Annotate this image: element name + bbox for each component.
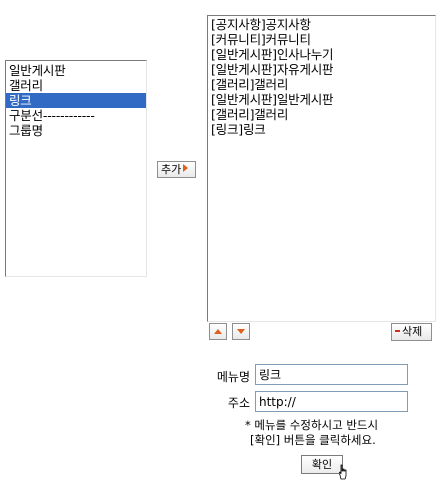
notice-line-2: [확인] 버튼을 클릭하세요. <box>250 433 376 447</box>
hand-cursor-icon <box>339 464 347 480</box>
menu-item-option[interactable]: [일반게시판]인사나누기 <box>208 47 435 62</box>
add-button[interactable]: 추가 <box>157 161 196 178</box>
menu-item-option[interactable]: [공지사항]공지사항 <box>208 17 435 32</box>
delete-button[interactable]: 삭제 <box>391 323 432 341</box>
delete-button-label: 삭제 <box>402 325 423 338</box>
menu-item-option[interactable]: [커뮤니티]커뮤니티 <box>208 32 435 47</box>
menu-name-label: 메뉴명 <box>216 370 250 384</box>
menu-item-option[interactable]: [링크]링크 <box>208 122 435 137</box>
add-button-label: 추가 <box>161 163 182 176</box>
arrow-right-icon <box>183 164 189 172</box>
triangle-down-icon <box>237 329 245 334</box>
board-type-option[interactable]: 갤러리 <box>6 78 146 93</box>
address-label: 주소 <box>227 396 250 410</box>
menu-item-option[interactable]: [갤러리]갤러리 <box>208 107 435 122</box>
triangle-up-icon <box>214 329 222 334</box>
menu-item-option[interactable]: [일반게시판]자유게시판 <box>208 62 435 77</box>
board-type-option[interactable]: 그룹명 <box>6 123 146 138</box>
minus-icon <box>395 330 400 332</box>
board-type-option[interactable]: 구분선------------ <box>6 108 146 123</box>
board-type-listbox[interactable]: 일반게시판 갤러리 링크 구분선------------ 그룹명 <box>5 60 147 277</box>
address-input[interactable] <box>255 391 408 412</box>
menu-listbox[interactable]: [공지사항]공지사항 [커뮤니티]커뮤니티 [일반게시판]인사나누기 [일반게시판]자… <box>207 15 436 322</box>
menu-item-option[interactable]: [일반게시판]일반게시판 <box>208 92 435 107</box>
board-type-option[interactable]: 일반게시판 <box>6 63 146 78</box>
board-type-option[interactable]: 링크 <box>6 93 146 108</box>
move-down-button[interactable] <box>232 323 250 340</box>
move-up-button[interactable] <box>209 323 227 340</box>
notice-line-1: * 메뉴를 수정하시고 반드시 <box>245 418 379 432</box>
menu-item-option[interactable]: [갤러리]갤러리 <box>208 77 435 92</box>
confirm-button[interactable]: 확인 <box>301 455 343 474</box>
menu-name-input[interactable] <box>255 364 408 385</box>
